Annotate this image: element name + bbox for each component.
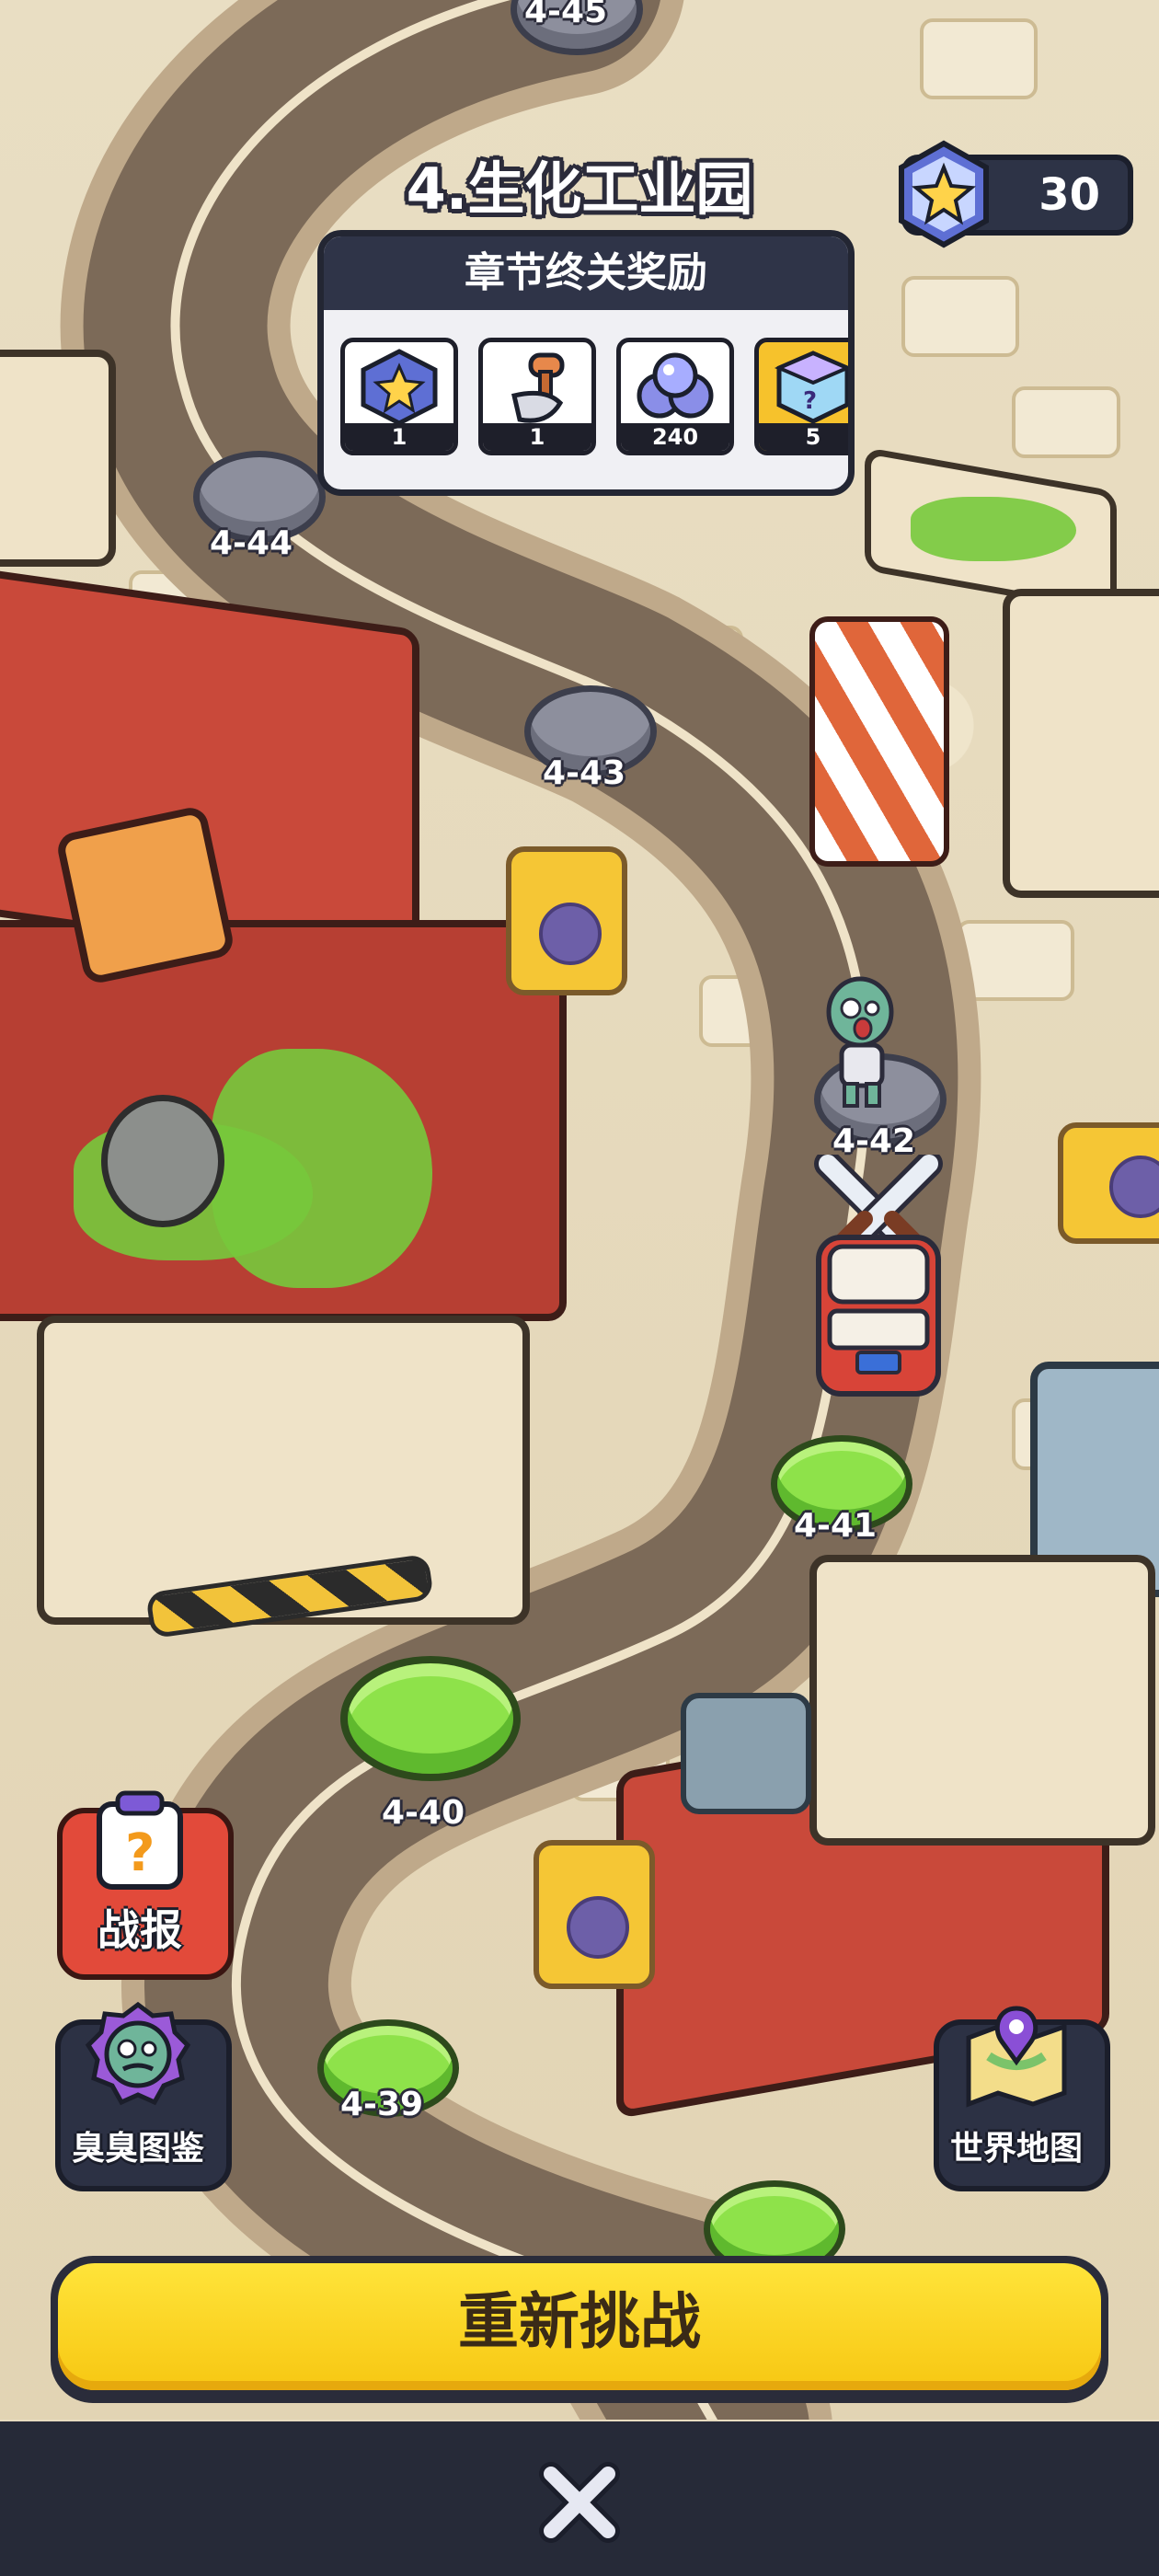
toxic-slime: [911, 497, 1076, 561]
retry-button[interactable]: 重新挑战: [51, 2256, 1108, 2403]
zombie-guide-button[interactable]: 臭臭图鉴: [55, 2001, 232, 2191]
ruined-pillar: [1003, 589, 1159, 898]
star-badge-icon: [361, 349, 438, 426]
shovel-icon: [511, 352, 565, 423]
orange-crate: [54, 804, 236, 986]
chapter-title: 4.生化工业园: [406, 155, 753, 223]
zombie-badge-icon: [85, 2001, 191, 2106]
toxic-barrel: [534, 1840, 655, 1989]
radiation-icon: [1109, 1156, 1159, 1218]
orbs-icon: [637, 352, 714, 419]
star-counter: 30: [899, 140, 1133, 248]
map-pin-icon: [966, 2006, 1067, 2108]
reward-item-shovel[interactable]: 1: [478, 338, 596, 455]
retry-button-label: 重新挑战: [58, 2263, 1101, 2390]
svg-text:?: ?: [803, 387, 817, 415]
radiation-icon: [539, 903, 602, 965]
reward-qty: 5: [759, 423, 848, 451]
toxic-barrel: [506, 846, 627, 995]
reward-items: 1 1 240 ? 5: [340, 338, 848, 455]
zombie-character: [826, 976, 894, 1108]
rainbow-star-badge-icon: [899, 140, 989, 248]
level-label: 4-39: [340, 2086, 424, 2123]
pipe-machine: [681, 1693, 811, 1814]
level-label: 4-40: [382, 1794, 465, 1832]
level-label: 4-44: [210, 524, 293, 562]
ruined-wall: [809, 1555, 1155, 1846]
reward-item-orbs[interactable]: 240: [616, 338, 734, 455]
chapter-reward-panel[interactable]: 章节终关奖励 1 1 240 ? 5: [317, 230, 855, 496]
ruined-pillar: [0, 350, 116, 567]
level-label: 4-41: [794, 1507, 878, 1545]
world-map-label: 世界地图: [949, 2130, 1083, 2168]
zombie-guide-label: 臭臭图鉴: [71, 2130, 204, 2168]
pipe-valve: [101, 1095, 224, 1227]
battle-report-button[interactable]: ? 战报: [57, 1789, 234, 1980]
road-barricade: [809, 616, 949, 867]
reward-item-star-badge[interactable]: 1: [340, 338, 458, 455]
crossed-swords-icon: [814, 1155, 943, 1260]
player-car-marker[interactable]: [809, 1155, 947, 1412]
level-label: 4-45: [524, 0, 608, 30]
reward-qty: 1: [483, 423, 591, 451]
level-pad: [340, 1656, 521, 1781]
mystery-box-icon: ?: [774, 351, 848, 424]
toxic-barrel: [1058, 1122, 1159, 1244]
close-icon[interactable]: [538, 2461, 621, 2544]
reward-qty: 240: [621, 423, 729, 451]
radiation-icon: [567, 1896, 629, 1959]
reward-panel-header: 章节终关奖励: [324, 236, 848, 310]
clipboard-question-icon: ?: [97, 1790, 183, 1890]
world-map-button[interactable]: 世界地图: [934, 2001, 1110, 2191]
star-count: 30: [1039, 169, 1100, 221]
svg-text:?: ?: [125, 1823, 155, 1883]
reward-item-mystery-box[interactable]: ? 5: [754, 338, 848, 455]
level-label: 4-43: [543, 754, 626, 792]
battle-report-label: 战报: [98, 1905, 182, 1955]
reward-qty: 1: [345, 423, 453, 451]
